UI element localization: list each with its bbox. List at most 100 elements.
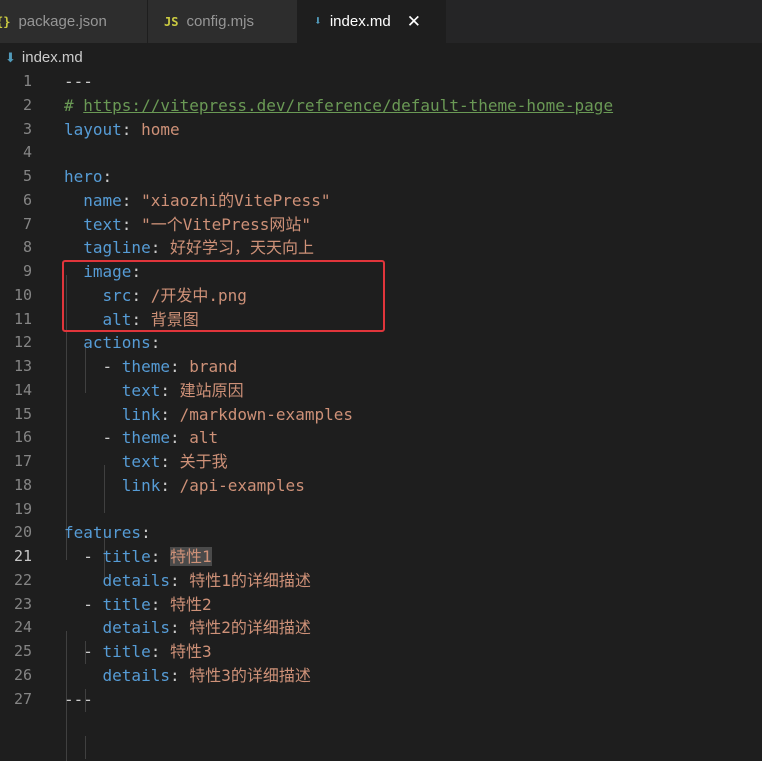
line-number: 22 bbox=[13, 570, 32, 589]
line-number: 5 bbox=[22, 167, 32, 185]
yaml-key: details bbox=[102, 618, 170, 638]
code-line[interactable]: 13 - theme: brand bbox=[0, 355, 762, 379]
yaml-key: details bbox=[102, 570, 170, 590]
js-file-icon: JS bbox=[164, 14, 179, 29]
yaml-value: home bbox=[141, 119, 180, 139]
code-line[interactable]: 14 text: 建站原因 bbox=[0, 379, 762, 403]
yaml-key: tagline bbox=[83, 238, 151, 258]
yaml-key: hero bbox=[64, 167, 103, 186]
breadcrumb[interactable]: ⬇ index.md bbox=[0, 43, 762, 72]
indent-guide bbox=[85, 736, 86, 759]
line-number: 13 bbox=[13, 357, 32, 375]
line-number: 8 bbox=[22, 238, 32, 257]
line-number: 9 bbox=[22, 262, 32, 280]
code-text: --- bbox=[64, 689, 93, 709]
code-line[interactable]: 22 details: 特性1的详细描述 bbox=[0, 569, 762, 593]
line-number: 20 bbox=[13, 523, 32, 542]
code-line[interactable]: 19 bbox=[0, 498, 762, 522]
code-editor[interactable]: 1 --- 2 # https://vitepress.dev/reference/… bbox=[0, 70, 762, 761]
line-number: 15 bbox=[13, 404, 32, 423]
code-line[interactable]: 20 features: bbox=[0, 521, 762, 545]
code-line[interactable]: 4 bbox=[0, 141, 762, 165]
code-line[interactable]: 24 details: 特性2的详细描述 bbox=[0, 616, 762, 640]
code-line[interactable]: 3 layout: home bbox=[0, 118, 762, 142]
line-number: 26 bbox=[13, 665, 32, 684]
line-number: 10 bbox=[13, 285, 32, 304]
line-number: 3 bbox=[22, 119, 32, 138]
yaml-value: /api-examples bbox=[179, 475, 305, 495]
line-number: 12 bbox=[13, 333, 32, 352]
tab-index-md[interactable]: ⬇ index.md ✕ bbox=[298, 0, 446, 43]
line-number: 27 bbox=[13, 689, 32, 708]
line-number: 19 bbox=[13, 499, 32, 518]
yaml-value: 建站原因 bbox=[179, 380, 244, 400]
yaml-key: link bbox=[121, 404, 161, 424]
yaml-key: layout bbox=[64, 119, 122, 139]
line-number: 11 bbox=[13, 309, 32, 328]
code-line[interactable]: 27 --- bbox=[0, 688, 762, 712]
code-line[interactable]: 8 tagline: 好好学习，天天向上 bbox=[0, 236, 762, 260]
yaml-key: text bbox=[121, 452, 161, 471]
yaml-value: 关于我 bbox=[179, 452, 228, 471]
yaml-key: actions bbox=[83, 333, 151, 353]
code-line[interactable]: 6 name: "xiaozhi的VitePress" bbox=[0, 189, 762, 213]
code-line[interactable]: 18 link: /api-examples bbox=[0, 474, 762, 498]
yaml-key: theme bbox=[121, 428, 170, 448]
yaml-key: title bbox=[102, 594, 151, 614]
yaml-key: link bbox=[121, 475, 161, 495]
yaml-value: 特性1的详细描述 bbox=[189, 570, 311, 590]
code-line[interactable]: 17 text: 关于我 bbox=[0, 450, 762, 474]
yaml-value: /markdown-examples bbox=[179, 404, 353, 424]
yaml-key: theme bbox=[121, 357, 170, 376]
tab-bar: {} package.json JS config.mjs ⬇ index.md… bbox=[0, 0, 762, 43]
line-number: 23 bbox=[13, 594, 32, 613]
markdown-file-icon: ⬇ bbox=[5, 49, 16, 65]
yaml-key: features bbox=[64, 523, 142, 543]
yaml-key: title bbox=[102, 547, 151, 566]
yaml-value: alt bbox=[189, 428, 219, 448]
line-number: 21 bbox=[13, 547, 32, 565]
code-line[interactable]: 25 - title: 特性3 bbox=[0, 640, 762, 664]
tab-label: package.json bbox=[18, 13, 107, 30]
yaml-value: 特性3 bbox=[169, 642, 212, 661]
line-number: 6 bbox=[22, 190, 32, 209]
yaml-key: name bbox=[83, 190, 122, 210]
tab-label: config.mjs bbox=[186, 13, 254, 30]
comment-link[interactable]: https://vitepress.dev/reference/default-… bbox=[83, 96, 613, 115]
tab-package-json[interactable]: {} package.json bbox=[0, 0, 148, 43]
yaml-key: title bbox=[102, 642, 151, 661]
line-number: 24 bbox=[13, 618, 32, 637]
markdown-file-icon: ⬇ bbox=[314, 14, 322, 29]
line-number: 14 bbox=[13, 380, 32, 399]
breadcrumb-file[interactable]: index.md bbox=[22, 49, 83, 66]
yaml-key: text bbox=[121, 380, 161, 400]
tab-label: index.md bbox=[329, 13, 391, 30]
yaml-value: "xiaozhi的VitePress" bbox=[141, 190, 331, 210]
code-line[interactable]: 5 hero: bbox=[0, 165, 762, 189]
code-line-current[interactable]: 21 - title: 特性1 bbox=[0, 545, 762, 569]
yaml-value: 特性3的详细描述 bbox=[189, 665, 311, 685]
code-line[interactable]: 2 # https://vitepress.dev/reference/defau… bbox=[0, 94, 762, 118]
code-comment: # bbox=[64, 95, 84, 115]
code-line[interactable]: 26 details: 特性3的详细描述 bbox=[0, 664, 762, 688]
code-line[interactable]: 16 - theme: alt bbox=[0, 426, 762, 450]
line-number: 16 bbox=[13, 428, 32, 447]
yaml-key: details bbox=[102, 665, 170, 685]
yaml-value: 特性2的详细描述 bbox=[189, 618, 311, 638]
line-number: 18 bbox=[13, 475, 32, 494]
yaml-value: "一个VitePress网站" bbox=[141, 214, 312, 234]
yaml-value: brand bbox=[189, 357, 238, 376]
code-line[interactable]: 23 - title: 特性2 bbox=[0, 593, 762, 617]
tab-config-mjs[interactable]: JS config.mjs bbox=[148, 0, 298, 43]
code-line[interactable]: 15 link: /markdown-examples bbox=[0, 403, 762, 427]
highlight-box bbox=[62, 260, 385, 332]
line-number: 25 bbox=[13, 642, 32, 660]
code-text: --- bbox=[64, 72, 93, 91]
code-line[interactable]: 1 --- bbox=[0, 70, 762, 94]
yaml-value: 特性2 bbox=[169, 594, 212, 614]
close-icon[interactable]: ✕ bbox=[407, 12, 421, 32]
code-line[interactable]: 7 text: "一个VitePress网站" bbox=[0, 213, 762, 237]
code-line[interactable]: 12 actions: bbox=[0, 331, 762, 355]
yaml-key: text bbox=[83, 214, 122, 234]
json-file-icon: {} bbox=[0, 14, 11, 29]
